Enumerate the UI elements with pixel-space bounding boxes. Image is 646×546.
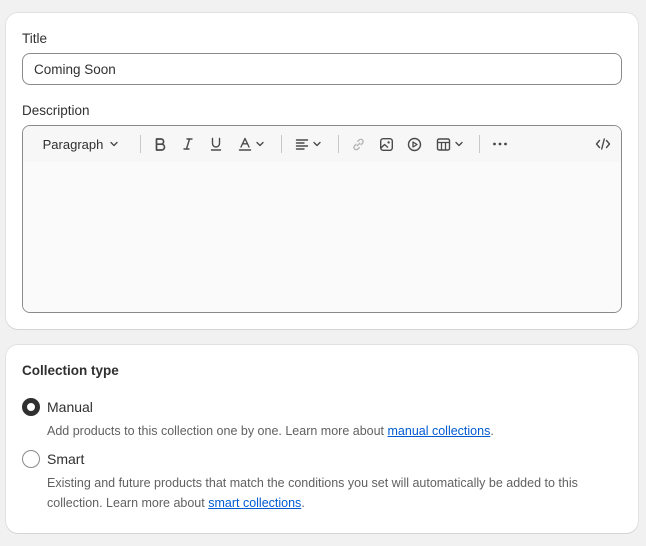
manual-help-text: Add products to this collection one by o… xyxy=(47,421,607,441)
paragraph-format-label: Paragraph xyxy=(42,136,104,152)
description-editor: Paragraph xyxy=(22,125,622,313)
title-label: Title xyxy=(22,31,48,46)
chevron-down-icon xyxy=(312,139,322,149)
description-editor-body[interactable] xyxy=(23,162,621,312)
table-dropdown[interactable] xyxy=(433,132,467,156)
smart-radio[interactable] xyxy=(22,450,40,468)
bold-button[interactable] xyxy=(149,132,171,156)
collection-type-title: Collection type xyxy=(22,363,119,378)
alignment-dropdown[interactable] xyxy=(291,132,325,156)
collection-type-card: Collection type Manual Add products to t… xyxy=(6,345,638,533)
smart-help-prefix: Existing and future products that match … xyxy=(47,476,578,510)
manual-help-suffix: . xyxy=(490,424,494,438)
bold-icon xyxy=(153,137,167,151)
video-icon xyxy=(407,137,422,152)
text-color-dropdown[interactable] xyxy=(234,132,268,156)
title-input[interactable] xyxy=(22,53,622,85)
title-description-card: Title Description Paragraph xyxy=(6,13,638,329)
description-label: Description xyxy=(22,103,90,118)
manual-help-prefix: Add products to this collection one by o… xyxy=(47,424,388,438)
insert-image-button[interactable] xyxy=(375,132,397,156)
insert-video-button[interactable] xyxy=(403,132,425,156)
paragraph-format-dropdown[interactable]: Paragraph xyxy=(35,132,127,156)
smart-help-suffix: . xyxy=(301,496,305,510)
align-icon xyxy=(295,137,309,151)
code-view-button[interactable] xyxy=(591,132,615,156)
link-button[interactable] xyxy=(347,132,369,156)
toolbar-divider xyxy=(281,135,282,153)
manual-radio[interactable] xyxy=(22,398,40,416)
smart-collections-link[interactable]: smart collections xyxy=(208,496,301,510)
smart-help-text: Existing and future products that match … xyxy=(47,473,607,513)
manual-collections-link[interactable]: manual collections xyxy=(388,424,491,438)
table-icon xyxy=(436,137,451,152)
more-options-button[interactable] xyxy=(488,132,512,156)
text-color-icon xyxy=(238,137,252,151)
manual-radio-label[interactable]: Manual xyxy=(47,399,93,415)
link-icon xyxy=(351,137,366,152)
underline-icon xyxy=(209,137,223,151)
smart-radio-label[interactable]: Smart xyxy=(47,451,84,467)
chevron-down-icon xyxy=(255,139,265,149)
more-icon xyxy=(492,141,508,147)
underline-button[interactable] xyxy=(205,132,227,156)
toolbar-divider xyxy=(338,135,339,153)
chevron-down-icon xyxy=(109,139,119,149)
editor-toolbar: Paragraph xyxy=(23,126,621,163)
image-icon xyxy=(379,137,394,152)
code-view-icon xyxy=(595,137,611,151)
toolbar-divider xyxy=(140,135,141,153)
toolbar-divider xyxy=(479,135,480,153)
italic-button[interactable] xyxy=(177,132,199,156)
chevron-down-icon xyxy=(454,139,464,149)
italic-icon xyxy=(181,137,195,151)
